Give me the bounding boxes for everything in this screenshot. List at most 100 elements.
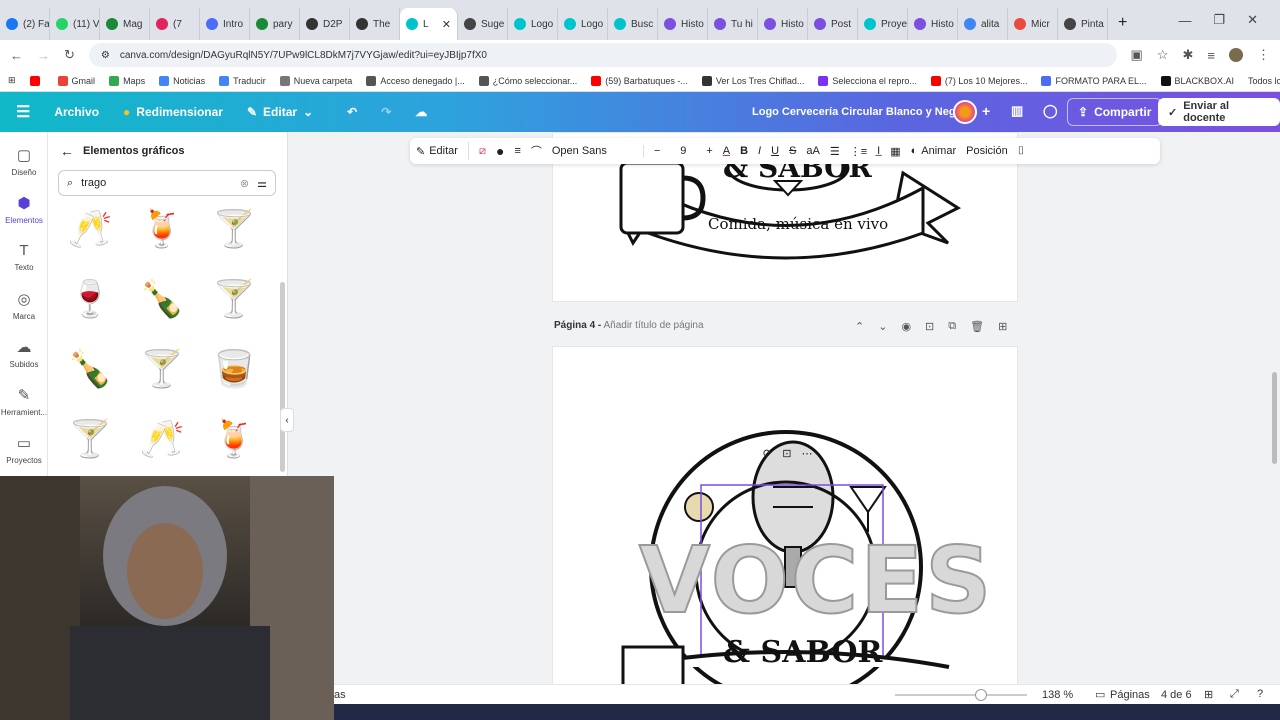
bookmark-item[interactable]: (59) Barbatuques -... <box>591 75 688 86</box>
list-icon[interactable]: ⋮≡ <box>850 145 867 158</box>
filter-icon[interactable]: ⚌ <box>257 177 267 190</box>
restore-icon[interactable]: ❐ <box>1213 12 1225 28</box>
apps-icon[interactable]: ⊞ <box>8 75 16 86</box>
extensions-icon[interactable]: ✱ <box>1183 47 1194 63</box>
case-icon[interactable]: aA <box>806 145 819 157</box>
font-size-field[interactable]: 9 <box>670 145 696 157</box>
analytics-icon[interactable]: ▥ <box>1011 103 1023 119</box>
file-menu[interactable]: Archivo <box>42 105 111 119</box>
position-button[interactable]: Posición <box>966 145 1008 157</box>
new-tab-icon[interactable]: + <box>1108 14 1137 40</box>
reload-icon[interactable]: ↻ <box>64 47 75 63</box>
move-up-icon[interactable]: ⌃ <box>855 320 864 333</box>
edit-element-button[interactable]: ✎ Editar <box>416 145 458 158</box>
graphic-thumbnail[interactable]: 🍸 <box>204 196 264 262</box>
add-collaborator-icon[interactable]: + <box>982 103 990 119</box>
graphic-thumbnail[interactable]: 🥃 <box>204 336 264 402</box>
browser-tab[interactable]: Pinta <box>1058 8 1108 40</box>
profile-avatar[interactable] <box>1229 48 1243 62</box>
close-window-icon[interactable]: ✕ <box>1247 12 1258 28</box>
rail-item[interactable]: ☁ Subidos <box>0 338 48 369</box>
resize-button[interactable]: ● Redimensionar <box>111 105 235 119</box>
browser-tab[interactable]: Histo <box>908 8 958 40</box>
browser-menu-icon[interactable]: ⋮ <box>1257 47 1270 63</box>
browser-tab[interactable]: alita <box>958 8 1008 40</box>
browser-tab[interactable]: Proye <box>858 8 908 40</box>
edit-menu[interactable]: ✎ Editar ⌄ <box>235 105 325 119</box>
rail-item[interactable]: T Texto <box>0 242 48 272</box>
animate-button[interactable]: ◐ Animar <box>911 145 957 157</box>
collapse-panel-button[interactable]: ‹ <box>280 408 294 432</box>
minimize-icon[interactable]: — <box>1178 13 1191 28</box>
page-4-canvas[interactable]: ⟳ ⊡ ⋯ VOCES & SABOR <box>552 346 1018 704</box>
grid-view-icon[interactable]: ⊞ <box>1204 688 1213 701</box>
panel-scrollbar[interactable] <box>280 282 285 472</box>
bookmark-item[interactable]: BLACKBOX.AI <box>1160 75 1234 86</box>
hide-page-icon[interactable]: ◉ <box>901 320 911 333</box>
browser-tab[interactable]: pary <box>250 8 300 40</box>
browser-tab[interactable]: Micr <box>1008 8 1058 40</box>
help-icon[interactable]: ? <box>1257 688 1263 700</box>
page-title-placeholder[interactable]: Añadir título de página <box>603 320 703 331</box>
lock-page-icon[interactable]: ⊡ <box>925 320 934 333</box>
url-field[interactable]: ⚙ canva.com/design/DAGyuRqlN5Y/7UPw9lCL8… <box>88 43 1117 67</box>
transparency-icon[interactable]: ▦ <box>890 145 900 158</box>
graphic-thumbnail[interactable]: 🍹 <box>132 196 192 262</box>
graphic-thumbnail[interactable]: 🍷 <box>60 266 120 332</box>
italic-icon[interactable]: I <box>758 145 761 157</box>
more-options-icon[interactable]: ⋯ <box>801 447 812 460</box>
reading-list-icon[interactable]: ≡ <box>1207 48 1215 63</box>
rail-item[interactable]: ⬢ Elementos <box>0 194 48 225</box>
bookmark-item[interactable]: FORMATO PARA EL... <box>1041 75 1147 86</box>
design-title[interactable]: Logo Cervecería Circular Blanco y Negro <box>752 92 967 132</box>
spacing-icon[interactable]: I̲ <box>877 145 880 157</box>
bookmark-item[interactable]: (7) Los 10 Mejores... <box>930 75 1027 86</box>
site-info-icon[interactable]: ⚙ <box>101 50 110 61</box>
bookmark-item[interactable]: Gmail <box>57 75 95 86</box>
send-to-teacher-button[interactable]: ✓ Enviar al docente <box>1158 98 1280 126</box>
menu-icon[interactable]: ☰ <box>0 102 42 122</box>
zoom-slider-thumb[interactable] <box>975 689 987 701</box>
rotate-icon[interactable]: ⟳ <box>763 447 772 460</box>
browser-tab[interactable]: Intro <box>200 8 250 40</box>
bookmark-item[interactable]: Nueva carpeta <box>279 75 352 86</box>
all-bookmarks[interactable]: Todos los marcadores <box>1248 76 1280 86</box>
clear-search-icon[interactable]: ⊗ <box>240 177 249 190</box>
bookmark-star-icon[interactable]: ☆ <box>1157 47 1169 63</box>
pages-label[interactable]: Páginas <box>1110 689 1150 701</box>
cloud-saved-icon[interactable]: ☁ <box>403 105 439 119</box>
browser-tab[interactable]: (7 <box>150 8 200 40</box>
graphic-thumbnail[interactable]: 🥂 <box>132 406 192 472</box>
browser-tab[interactable]: Busc <box>608 8 658 40</box>
rail-item[interactable]: ✎ Herramient... <box>0 386 48 417</box>
graphic-thumbnail[interactable]: 🍾 <box>132 266 192 332</box>
bookmark-item[interactable]: Selecciona el repro... <box>818 75 917 86</box>
delete-page-icon[interactable]: 🗑 <box>970 320 984 333</box>
line-style-icon[interactable]: ≡ <box>514 145 520 157</box>
collaborator-avatar[interactable] <box>953 100 977 124</box>
bookmark-item[interactable] <box>29 75 44 86</box>
undo-icon[interactable]: ↶ <box>335 105 369 119</box>
zoom-level[interactable]: 138 % <box>1042 689 1073 701</box>
browser-tab[interactable]: The <box>350 8 400 40</box>
font-family-select[interactable]: Open Sans <box>552 145 644 157</box>
duplicate-page-icon[interactable]: ⧉ <box>948 320 956 333</box>
browser-tab[interactable]: L ✕ <box>400 8 458 40</box>
canvas-scrollbar[interactable] <box>1272 372 1277 464</box>
fullscreen-icon[interactable]: ⤢ <box>1230 688 1239 701</box>
browser-tab[interactable]: (2) Fa <box>0 8 50 40</box>
lock-icon[interactable]: ⊡ <box>782 447 791 460</box>
browser-tab[interactable]: (11) V <box>50 8 100 40</box>
comment-icon[interactable]: ◯ <box>1043 103 1058 119</box>
strikethrough-icon[interactable]: S <box>789 145 796 157</box>
align-icon[interactable]: ☰ <box>830 145 840 158</box>
tab-close-icon[interactable]: ✕ <box>442 18 451 31</box>
graphic-thumbnail[interactable]: 🥂 <box>60 196 120 262</box>
color-none-icon[interactable]: ⧄ <box>479 145 486 158</box>
bookmark-item[interactable]: Noticias <box>159 75 205 86</box>
bookmark-item[interactable]: ¿Cómo seleccionar... <box>478 75 577 86</box>
zoom-slider[interactable] <box>895 689 1027 701</box>
browser-tab[interactable]: Logo <box>558 8 608 40</box>
bookmark-item[interactable]: Ver Los Tres Chiflad... <box>701 75 804 86</box>
graphic-thumbnail[interactable]: 🍸 <box>132 336 192 402</box>
